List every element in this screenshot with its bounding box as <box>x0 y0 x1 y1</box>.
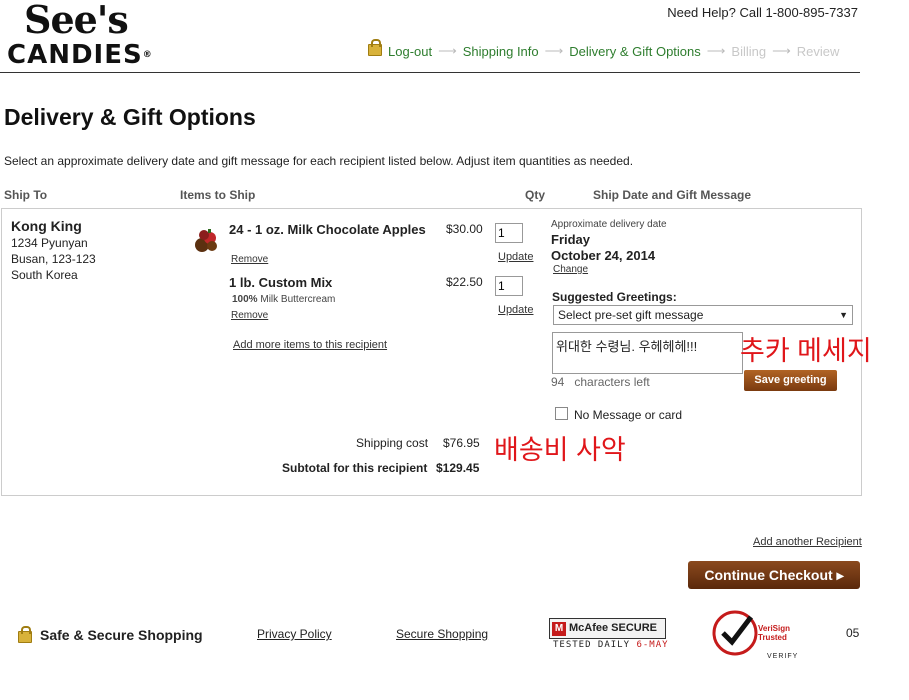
chevron-down-icon: ▼ <box>839 310 848 320</box>
qty-input[interactable] <box>495 223 523 243</box>
address-line: Busan, 123-123 <box>11 252 96 266</box>
greeting-select-value: Select pre-set gift message <box>558 308 704 322</box>
chocolate-apple-icon <box>195 229 217 252</box>
delivery-label: Approximate delivery date <box>551 219 667 230</box>
recipient-name: Kong King <box>11 218 82 234</box>
change-date-link[interactable]: Change <box>553 264 588 275</box>
step-billing: Billing <box>731 43 767 59</box>
arrow-icon: ⟶ <box>438 43 457 58</box>
col-ship-date: Ship Date and Gift Message <box>593 188 752 202</box>
col-qty: Qty <box>525 188 546 202</box>
delivery-date: October 24, 2014 <box>551 248 656 263</box>
annotation-message: 추카 메세지 <box>740 336 872 366</box>
mcafee-tested: TESTED DAILY 6-MAY <box>553 640 669 650</box>
add-recipient-link[interactable]: Add another Recipient <box>753 536 862 548</box>
remove-link[interactable]: Remove <box>231 310 268 321</box>
step-logout[interactable]: Log-out <box>388 44 432 59</box>
item-detail-text: Milk Buttercream <box>260 294 336 305</box>
save-greeting-button[interactable]: Save greeting <box>744 370 837 391</box>
secure-shopping-badge: Safe & Secure Shopping <box>40 627 203 643</box>
step-shipping-info[interactable]: Shipping Info <box>463 44 539 59</box>
address-line: 1234 Pyunyan <box>11 236 88 250</box>
help-phone: Need Help? Call 1-800-895-7337 <box>667 5 858 20</box>
arrow-icon: ⟶ <box>544 43 564 58</box>
arrow-icon: ⟶ <box>772 43 791 58</box>
address-line: South Korea <box>11 268 78 282</box>
checkout-steps: Log-out ⟶ Shipping Info ⟶ Delivery & Gif… <box>368 39 840 59</box>
page-intro: Select an approximate delivery date and … <box>4 154 634 168</box>
col-items: Items to Ship <box>180 188 256 202</box>
continue-label: Continue Checkout <box>704 567 833 583</box>
qty-input[interactable] <box>495 276 523 296</box>
greeting-select[interactable]: Select pre-set gift message ▼ <box>553 305 853 325</box>
item-detail: 100% Milk Buttercream <box>232 294 335 305</box>
item-price: $30.00 <box>446 222 483 236</box>
page-number: 05 <box>846 626 860 640</box>
item-title: 1 lb. Custom Mix <box>229 275 333 290</box>
chars-left-text: characters left <box>574 375 650 389</box>
item-detail-pct: 100% <box>232 294 258 305</box>
privacy-policy-link[interactable]: Privacy Policy <box>257 627 332 641</box>
logo-sees[interactable]: See's <box>24 0 129 40</box>
verify-text: VERIFY <box>767 653 799 660</box>
secure-shopping-link[interactable]: Secure Shopping <box>396 627 488 641</box>
col-ship-to: Ship To <box>4 188 48 202</box>
header-divider <box>0 72 860 73</box>
update-link[interactable]: Update <box>498 304 533 316</box>
gift-message-textarea[interactable]: 위대한 수령님. 우헤헤헤!!! <box>552 332 743 374</box>
recipient-address: 1234 Pyunyan Busan, 123-123 South Korea <box>11 235 96 283</box>
verisign-text: VeriSign Trusted <box>758 624 790 642</box>
mcafee-shield-icon: M <box>552 622 566 636</box>
arrow-icon: ⟶ <box>706 43 726 58</box>
remove-link[interactable]: Remove <box>231 254 268 265</box>
shipping-cost: $76.95 <box>443 436 480 450</box>
mcafee-tested-date: 6-MAY <box>636 640 669 650</box>
item-price: $22.50 <box>446 275 483 289</box>
step-delivery-gift: Delivery & Gift Options <box>569 43 701 59</box>
verisign-line2: Trusted <box>758 633 787 642</box>
subtotal-label: Subtotal for this recipient <box>282 461 428 475</box>
greetings-label: Suggested Greetings: <box>552 290 677 304</box>
item-title: 24 - 1 oz. Milk Chocolate Apples <box>229 222 426 237</box>
verisign-line1: VeriSign <box>758 624 791 633</box>
chars-left: 94 characters left <box>551 375 650 389</box>
mcafee-text: McAfee SECURE <box>569 622 658 634</box>
play-arrow-icon: ▸ <box>836 567 844 583</box>
logo-candies-text: CANDIES <box>7 40 143 70</box>
continue-checkout-button[interactable]: Continue Checkout ▸ <box>688 561 860 589</box>
mcafee-badge[interactable]: M McAfee SECURE <box>549 618 666 639</box>
registered-mark: ® <box>142 50 153 60</box>
no-message-checkbox[interactable] <box>555 407 568 420</box>
delivery-day: Friday <box>551 232 591 247</box>
page-title: Delivery & Gift Options <box>4 104 256 130</box>
no-message-label: No Message or card <box>574 408 683 422</box>
update-link[interactable]: Update <box>498 251 533 263</box>
chars-count: 94 <box>551 375 565 389</box>
annotation-shipping: 배송비 사악 <box>494 435 626 465</box>
step-review: Review <box>796 43 840 59</box>
logo-candies: CANDIES® <box>7 40 153 70</box>
add-more-items-link[interactable]: Add more items to this recipient <box>233 339 387 351</box>
shipping-label: Shipping cost <box>356 436 429 450</box>
lock-icon <box>18 626 32 643</box>
mcafee-tested-text: TESTED DAILY <box>553 640 631 650</box>
lock-icon <box>368 39 382 56</box>
subtotal-value: $129.45 <box>436 461 480 475</box>
